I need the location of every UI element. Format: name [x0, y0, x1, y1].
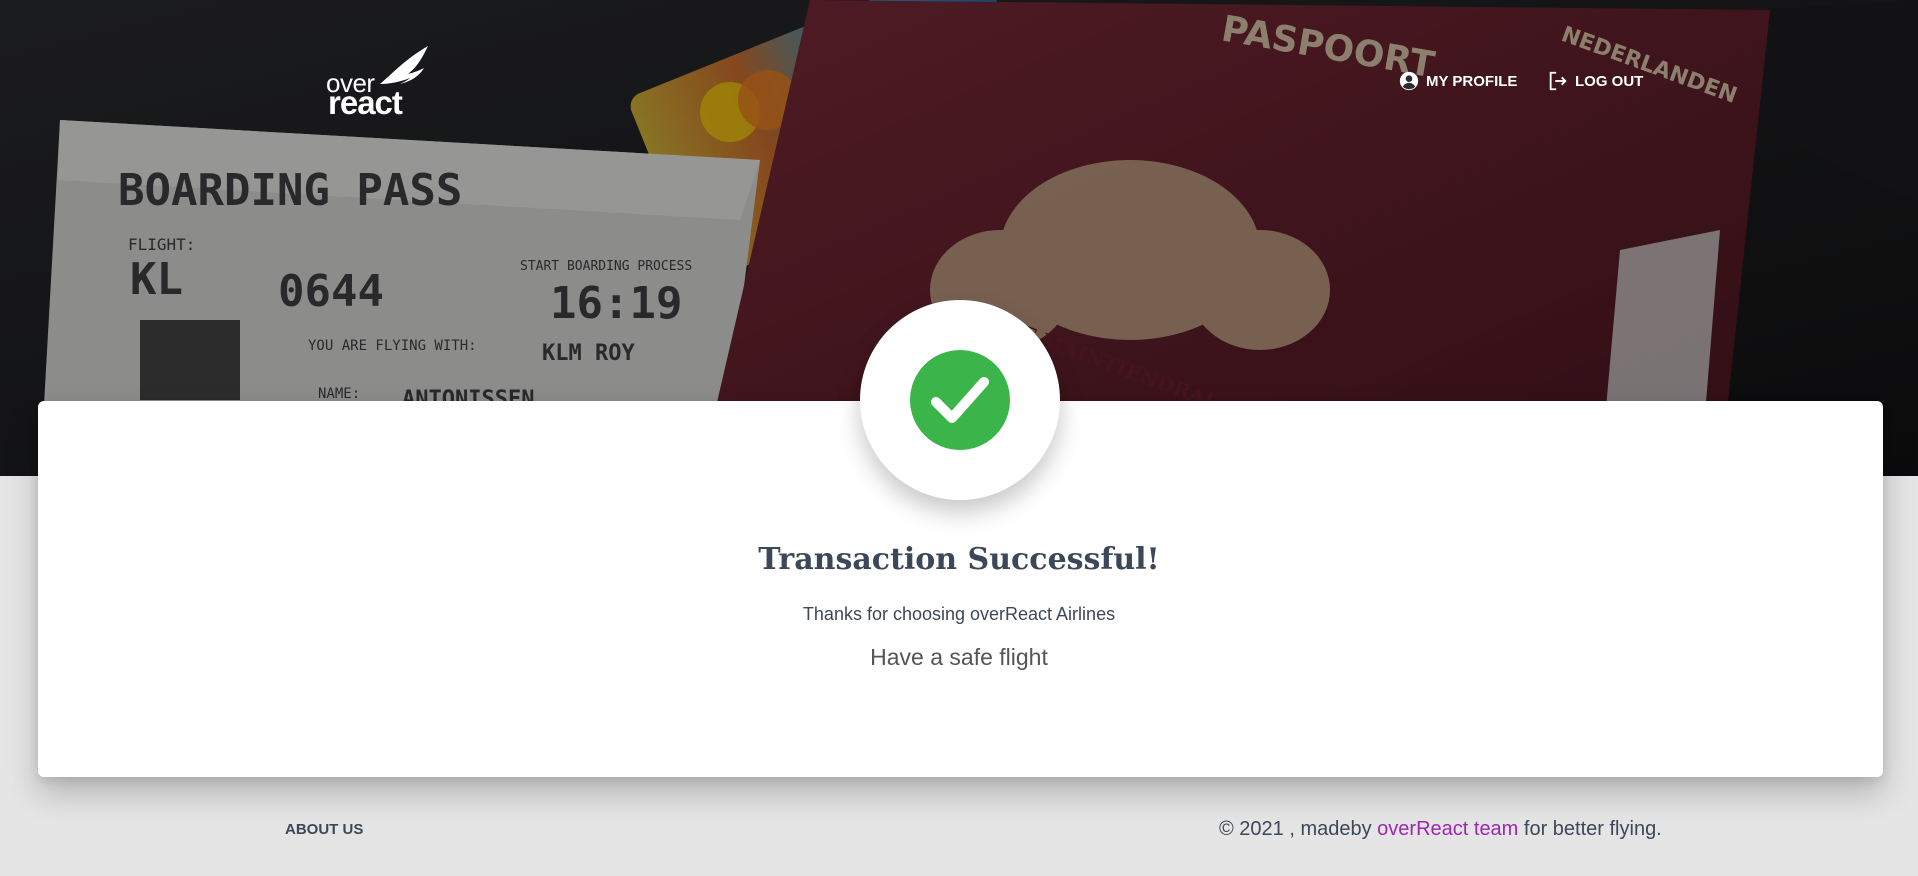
success-badge	[860, 300, 1060, 500]
about-us-link[interactable]: ABOUT US	[285, 821, 363, 838]
team-link[interactable]: overReact team	[1377, 818, 1518, 840]
brand-logo[interactable]: over react	[326, 44, 430, 121]
thanks-message: Thanks for choosing overReact Airlines	[802, 604, 1116, 624]
copyright-suffix: for better flying.	[1518, 818, 1662, 840]
safe-flight-message: Have a safe flight	[870, 644, 1048, 670]
nav-log-out-label: LOG OUT	[1575, 72, 1644, 90]
nav-my-profile-label: MY PROFILE	[1426, 72, 1518, 90]
logout-icon	[1549, 71, 1567, 91]
copyright: © 2021 , madeby overReact team for bette…	[1219, 818, 1662, 841]
status-title: Transaction Successful!	[758, 542, 1160, 577]
nav-log-out[interactable]: LOG OUT	[1547, 68, 1643, 94]
wing-icon	[380, 46, 428, 84]
account-circle-icon	[1399, 71, 1419, 91]
copyright-prefix: © 2021 , madeby	[1219, 818, 1378, 840]
check-circle-icon	[910, 350, 1010, 450]
logo-react-text: react	[328, 84, 403, 121]
nav-my-profile[interactable]: MY PROFILE	[1398, 68, 1517, 94]
